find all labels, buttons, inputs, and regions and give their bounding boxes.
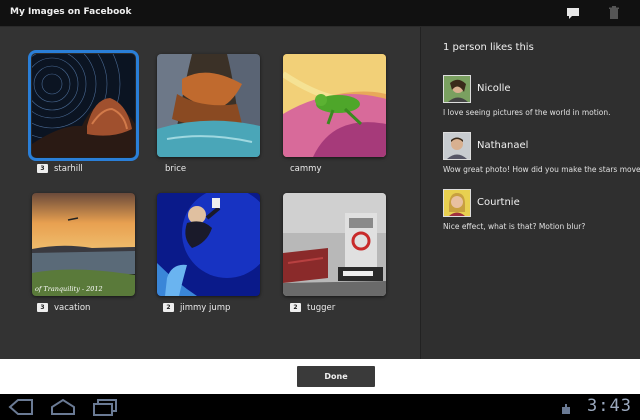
gallery-caption-tugger: 2 tugger xyxy=(290,303,335,313)
clock: 3:43 xyxy=(587,396,632,416)
main-area: 3 starhill brice cammy of Tranquility - … xyxy=(0,27,640,359)
back-icon[interactable] xyxy=(8,398,34,420)
gallery-thumb-jimmy-jump[interactable] xyxy=(157,193,260,296)
commenter-name[interactable]: Courtnie xyxy=(477,197,520,208)
caption-text: starhill xyxy=(54,164,83,174)
comment-count-badge: 3 xyxy=(37,164,48,173)
vacation-overlay-text: of Tranquility - 2012 xyxy=(35,285,103,293)
gallery-thumb-tugger[interactable] xyxy=(283,193,386,296)
caption-text: cammy xyxy=(290,164,322,174)
gallery-caption-brice: brice xyxy=(165,164,186,174)
gallery-thumb-starhill[interactable] xyxy=(28,50,139,161)
caption-text: tugger xyxy=(307,303,336,313)
avatar[interactable] xyxy=(443,132,471,160)
caption-text: brice xyxy=(165,164,187,174)
home-icon[interactable] xyxy=(50,398,76,420)
gallery-caption-jimmy-jump: 2 jimmy jump xyxy=(163,303,230,313)
comment-count-badge: 2 xyxy=(290,303,301,312)
avatar[interactable] xyxy=(443,75,471,103)
commenter-name[interactable]: Nathanael xyxy=(477,140,528,151)
gallery-caption-vacation: 3 vacation xyxy=(37,303,90,313)
comment-count-badge: 3 xyxy=(37,303,48,312)
footer-bar: Done xyxy=(0,359,640,394)
page-title: My Images on Facebook xyxy=(10,7,132,17)
caption-text: vacation xyxy=(54,303,91,313)
system-bar: 3:43 xyxy=(0,394,640,420)
comments-panel: 1 person likes this Nicolle I love seein… xyxy=(421,27,640,359)
comment-text: Nice effect, what is that? Motion blur? xyxy=(443,222,586,231)
comment-text: I love seeing pictures of the world in m… xyxy=(443,108,611,117)
gallery-thumb-vacation[interactable]: of Tranquility - 2012 xyxy=(32,193,135,296)
android-status-icon xyxy=(560,401,572,420)
avatar[interactable] xyxy=(443,189,471,217)
title-bar: My Images on Facebook xyxy=(0,0,640,27)
image-gallery: 3 starhill brice cammy of Tranquility - … xyxy=(0,27,420,359)
recent-apps-icon[interactable] xyxy=(92,398,118,420)
gallery-thumb-cammy[interactable] xyxy=(283,54,386,157)
gallery-caption-starhill: 3 starhill xyxy=(37,164,83,174)
done-button[interactable]: Done xyxy=(297,366,375,387)
gallery-thumb-brice[interactable] xyxy=(157,54,260,157)
likes-count: 1 person likes this xyxy=(443,42,534,53)
trash-icon[interactable] xyxy=(606,5,622,21)
comment-text: Wow great photo! How did you make the st… xyxy=(443,165,640,174)
speech-bubble-icon[interactable] xyxy=(565,5,581,21)
commenter-name[interactable]: Nicolle xyxy=(477,83,511,94)
gallery-caption-cammy: cammy xyxy=(290,164,321,174)
comment-count-badge: 2 xyxy=(163,303,174,312)
caption-text: jimmy jump xyxy=(180,303,231,313)
